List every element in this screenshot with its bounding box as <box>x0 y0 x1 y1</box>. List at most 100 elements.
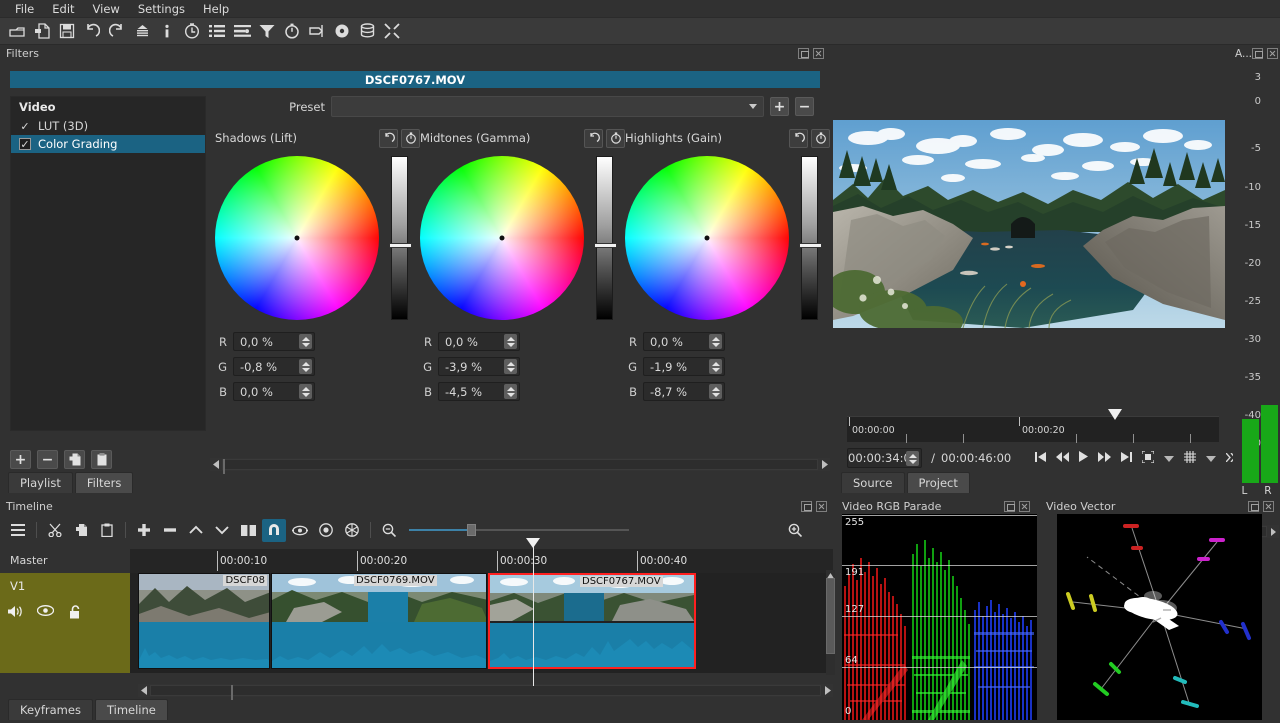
lift-level-slider-handle[interactable] <box>389 243 412 248</box>
timeline-scroll-up-icon[interactable] <box>826 570 835 580</box>
redo-icon[interactable] <box>105 20 129 43</box>
timeline-scroll-left-icon[interactable] <box>138 684 150 697</box>
color-wheel-highlights[interactable] <box>625 156 789 320</box>
lift-level-slider[interactable] <box>389 156 412 320</box>
reset-shadows-icon[interactable] <box>379 128 398 148</box>
color-wheel-midtones-handle[interactable] <box>499 235 505 241</box>
timeline-scroll-thumb[interactable] <box>826 578 835 654</box>
keyframes-icon[interactable] <box>280 20 304 43</box>
timeline-menu-button[interactable] <box>6 519 30 542</box>
timeline-icon[interactable] <box>230 20 254 43</box>
zoom-fit-button[interactable] <box>1141 449 1155 466</box>
timeline-close-button[interactable] <box>816 501 827 512</box>
master-track-head[interactable]: Master <box>0 548 130 573</box>
player-playhead[interactable] <box>1108 409 1122 420</box>
color-wheel-shadows-handle[interactable] <box>294 235 300 241</box>
fullscreen-icon[interactable] <box>380 20 404 43</box>
track-head-v1[interactable]: V1 <box>0 573 130 673</box>
audio-meter-close-button[interactable] <box>1267 48 1279 59</box>
timeline-clip-3[interactable]: DSCF0767.MOV <box>488 573 696 669</box>
gamma-level-slider-handle[interactable] <box>594 243 617 248</box>
keyframe-shadows-icon[interactable] <box>401 128 420 148</box>
shadows-r-input[interactable]: 0,0 % <box>233 332 315 351</box>
vector-float-button[interactable] <box>1248 501 1259 512</box>
markers-icon[interactable] <box>305 20 329 43</box>
timeline-clip-2[interactable]: DSCF0769.MOV <box>271 573 487 669</box>
filters-hscrollbar[interactable] <box>210 458 830 474</box>
filter-checkbox-color-grading[interactable]: ✓ <box>19 138 31 151</box>
snap-toggle[interactable] <box>262 518 286 542</box>
midtones-r-stepper[interactable] <box>504 334 517 349</box>
shadows-r-stepper[interactable] <box>299 334 312 349</box>
vector-close-button[interactable] <box>1263 501 1274 512</box>
midtones-b-input[interactable]: -4,5 % <box>438 382 520 401</box>
remove-filter-button[interactable]: − <box>37 450 58 469</box>
timeline-vscrollbar[interactable] <box>826 570 835 675</box>
parade-close-button[interactable] <box>1019 501 1030 512</box>
audio-scroll-right-icon[interactable] <box>1267 525 1279 538</box>
add-filter-button[interactable]: + <box>10 450 31 469</box>
reset-highlights-icon[interactable] <box>789 128 808 148</box>
scrub-toggle[interactable] <box>288 519 312 542</box>
reset-midtones-icon[interactable] <box>584 128 603 148</box>
gain-level-slider[interactable] <box>799 156 822 320</box>
info-icon[interactable] <box>155 20 179 43</box>
scroll-left-icon[interactable] <box>210 458 222 471</box>
save-icon[interactable] <box>55 20 79 43</box>
gain-level-slider-handle[interactable] <box>799 243 822 248</box>
shadows-g-stepper[interactable] <box>299 359 312 374</box>
grid-button[interactable] <box>1184 450 1197 466</box>
filter-item-color-grading[interactable]: ✓ Color Grading <box>11 135 205 153</box>
menu-help[interactable]: Help <box>194 0 238 18</box>
preset-remove-button[interactable]: − <box>795 97 814 116</box>
recent-icon[interactable] <box>180 20 204 43</box>
timeline-clip-1[interactable]: DSCF08 <box>138 573 270 669</box>
highlights-b-input[interactable]: -8,7 % <box>643 382 725 401</box>
timeline-float-button[interactable] <box>801 501 812 512</box>
highlights-r-input[interactable]: 0,0 % <box>643 332 725 351</box>
timeline-zoom-handle[interactable] <box>467 524 476 536</box>
highlights-g-input[interactable]: -1,9 % <box>643 357 725 376</box>
timeline-hscrollbar[interactable] <box>138 684 833 700</box>
open-file-icon[interactable] <box>5 20 29 43</box>
highlights-r-stepper[interactable] <box>709 334 722 349</box>
copy-button[interactable] <box>69 519 93 542</box>
paste-button[interactable] <box>95 519 119 542</box>
timeline-ruler[interactable]: 00:00:10 00:00:20 00:00:30 00:00:40 <box>130 549 833 573</box>
timeline-hscroll-track[interactable] <box>150 685 821 700</box>
menu-view[interactable]: View <box>84 0 129 18</box>
keyframe-highlights-icon[interactable] <box>811 128 830 148</box>
zoom-menu-button[interactable] <box>1164 452 1175 465</box>
timeline-playhead-handle[interactable] <box>526 538 540 548</box>
timeline-zoom-slider[interactable] <box>409 523 629 537</box>
jobs-icon[interactable] <box>355 20 379 43</box>
scroll-right-icon[interactable] <box>818 458 830 471</box>
export-icon[interactable] <box>330 20 354 43</box>
vectorscope[interactable] <box>1057 514 1262 720</box>
filters-scroll-thumb[interactable] <box>223 459 225 474</box>
video-preview[interactable] <box>833 120 1225 328</box>
preset-combobox[interactable] <box>331 96 764 117</box>
highlights-b-stepper[interactable] <box>709 384 722 399</box>
filter-item-lut3d[interactable]: ✓ LUT (3D) <box>11 117 205 135</box>
filter-checkbox-lut3d[interactable]: ✓ <box>19 120 31 133</box>
open-other-icon[interactable] <box>30 20 54 43</box>
zoom-out-button[interactable] <box>377 519 401 542</box>
lift-button[interactable] <box>184 519 208 542</box>
shadows-g-input[interactable]: -0,8 % <box>233 357 315 376</box>
fast-forward-button[interactable] <box>1098 451 1112 465</box>
rgb-parade-scope[interactable]: 255 191 127 64 0 <box>842 514 1037 720</box>
shadows-b-stepper[interactable] <box>299 384 312 399</box>
current-timecode-input[interactable]: 00:00:34:05 <box>847 448 923 468</box>
ripple-delete-button[interactable] <box>158 519 182 542</box>
highlights-g-stepper[interactable] <box>709 359 722 374</box>
preset-add-button[interactable]: + <box>770 97 789 116</box>
tab-project[interactable]: Project <box>906 472 970 493</box>
playlist-icon[interactable] <box>205 20 229 43</box>
cut-button[interactable] <box>43 519 67 542</box>
skip-to-start-button[interactable] <box>1035 451 1047 465</box>
color-wheel-highlights-handle[interactable] <box>704 235 710 241</box>
tab-keyframes[interactable]: Keyframes <box>8 699 93 720</box>
tab-timeline[interactable]: Timeline <box>94 699 168 720</box>
timeline-hscroll-thumb[interactable] <box>231 685 234 700</box>
